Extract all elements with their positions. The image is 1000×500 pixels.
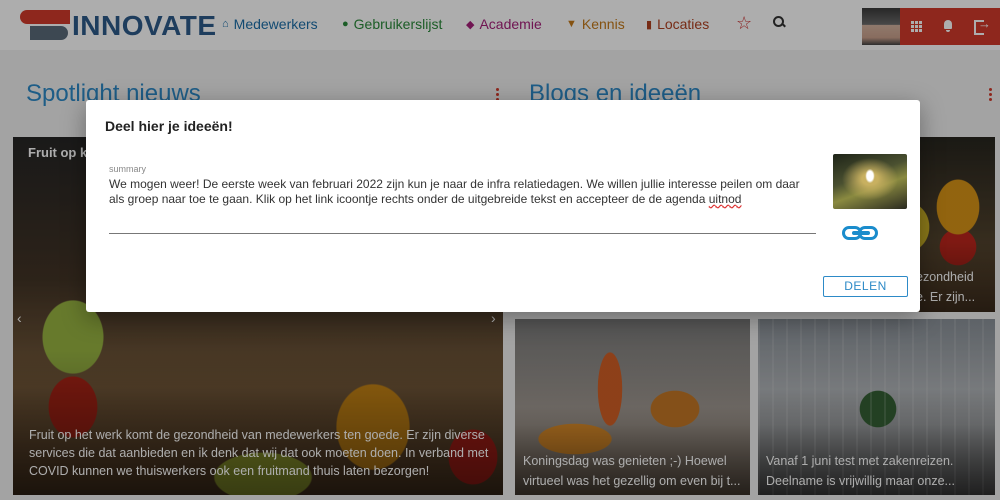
link-icon[interactable]: [842, 224, 882, 242]
summary-field-underline: [109, 233, 816, 234]
summary-field[interactable]: We mogen weer! De eerste week van februa…: [109, 177, 809, 207]
share-idea-dialog: Deel hier je ideeën! summary We mogen we…: [86, 100, 920, 312]
attachment-thumbnail[interactable]: [833, 154, 907, 209]
summary-field-label: summary: [109, 164, 147, 174]
dialog-title: Deel hier je ideeën!: [105, 118, 233, 134]
share-button[interactable]: DELEN: [823, 276, 908, 297]
